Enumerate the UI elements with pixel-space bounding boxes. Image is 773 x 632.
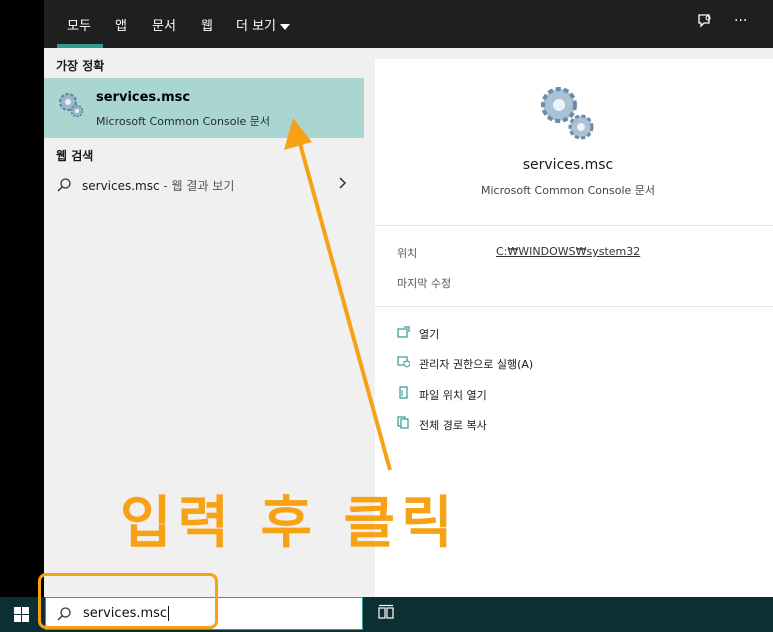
annotation-text: 입력 후 클릭 (120, 491, 459, 556)
task-view-icon[interactable] (378, 604, 394, 624)
annotation-highlight-box (38, 573, 218, 629)
windows-start-icon[interactable] (14, 607, 29, 626)
